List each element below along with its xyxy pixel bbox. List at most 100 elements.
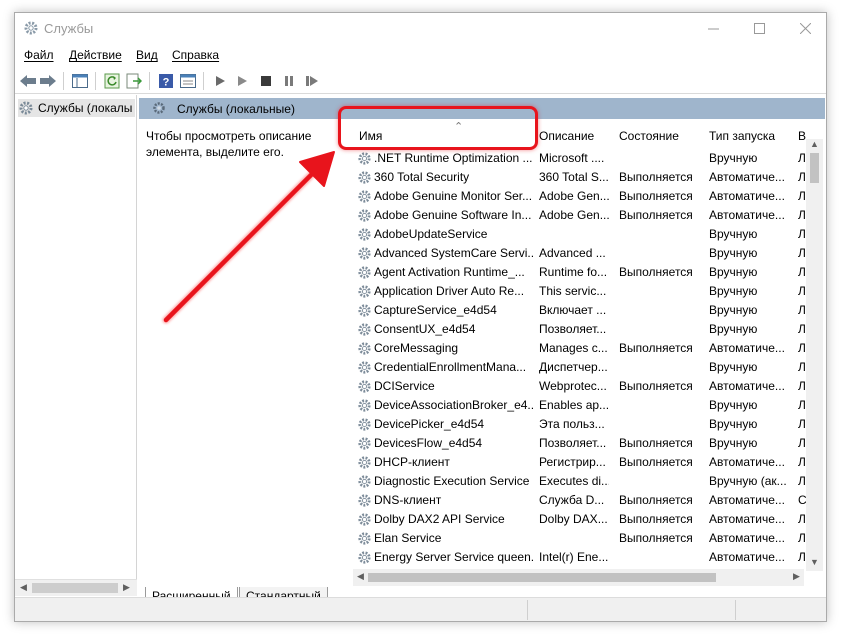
cell-state: Выполняется: [619, 436, 693, 450]
scroll-left-icon[interactable]: ◀: [20, 582, 27, 593]
menu-bar: Файл Действие Вид Справка: [15, 44, 826, 66]
pane-header-title: Службы (локальные): [177, 101, 295, 116]
table-row[interactable]: DCIService Webprotec... Выполняется Автомат…: [353, 377, 813, 396]
refresh-button[interactable]: [103, 72, 121, 90]
scroll-down-icon[interactable]: ▼: [810, 557, 819, 567]
cell-description: 360 Total S...: [539, 170, 609, 184]
details-pane: Службы (локальные) Чтобы просмотреть опи…: [138, 95, 826, 606]
show-console-tree-button[interactable]: [71, 72, 89, 90]
cell-description: Manages c...: [539, 341, 608, 355]
cell-startup: Вручную: [709, 322, 758, 336]
table-row[interactable]: Elan Service Выполняется Автоматиче... Л: [353, 529, 813, 548]
table-row[interactable]: DHCP-клиент Регистрир... Выполняется Автома…: [353, 453, 813, 472]
table-row[interactable]: CaptureService_e4d54 Включает ... Вручную Л: [353, 301, 813, 320]
cell-state: Выполняется: [619, 512, 693, 526]
cell-name: Energy Server Service queen...: [374, 550, 535, 564]
service-gear-icon: [358, 190, 371, 203]
service-gear-icon: [358, 247, 371, 260]
pause-icon: [285, 76, 293, 86]
scroll-left-icon[interactable]: ◀: [357, 571, 364, 582]
start-service-alt-button[interactable]: [233, 72, 251, 90]
cell-name: DeviceAssociationBroker_e4...: [374, 398, 535, 412]
table-row[interactable]: Diagnostic Execution Service Executes di.…: [353, 472, 813, 491]
forward-button[interactable]: [39, 72, 57, 90]
column-header-state[interactable]: Состояние: [619, 129, 679, 143]
restart-icon: [306, 76, 318, 86]
status-bar: [15, 597, 826, 621]
scrollbar-thumb[interactable]: [810, 153, 819, 183]
column-header-logon[interactable]: В: [798, 129, 806, 143]
table-row[interactable]: ConsentUX_e4d54 Позволяет... Вручную Л: [353, 320, 813, 339]
table-row[interactable]: Energy Server Service queen... Intel(r) E…: [353, 548, 813, 567]
scrollbar-thumb[interactable]: [32, 583, 118, 593]
tree-horizontal-scrollbar[interactable]: ◀ ▶: [15, 579, 137, 596]
console-tree-icon: [72, 74, 88, 88]
table-row[interactable]: 360 Total Security 360 Total S... Выполняе…: [353, 168, 813, 187]
menu-help[interactable]: Справка: [172, 48, 219, 62]
pause-service-button[interactable]: [280, 72, 298, 90]
restart-service-button[interactable]: [303, 72, 321, 90]
scrollbar-thumb[interactable]: [368, 573, 716, 582]
cell-description: Служба D...: [539, 493, 605, 507]
properties-icon: [180, 74, 196, 88]
table-row[interactable]: Adobe Genuine Monitor Ser... Adobe Gen...…: [353, 187, 813, 206]
service-gear-icon: [358, 171, 371, 184]
minimize-button[interactable]: [690, 13, 736, 44]
menu-view[interactable]: Вид: [136, 48, 158, 62]
cell-startup: Автоматиче...: [709, 531, 785, 545]
menu-action[interactable]: Действие: [69, 48, 122, 62]
services-window: Службы Файл Действие Вид Справка ? Служб…: [14, 12, 827, 622]
cell-description: Adobe Gen...: [539, 189, 609, 203]
scroll-right-icon[interactable]: ▶: [123, 582, 130, 593]
cell-description: Runtime fo...: [539, 265, 608, 279]
column-header-startup[interactable]: Тип запуска: [709, 129, 775, 143]
cell-state: Выполняется: [619, 265, 693, 279]
export-icon: [126, 73, 142, 89]
table-row[interactable]: CredentialEnrollmentMana... Диспетчер... В…: [353, 358, 813, 377]
scroll-up-icon[interactable]: ▲: [810, 139, 819, 149]
cell-description: Включает ...: [539, 303, 607, 317]
table-row[interactable]: Dolby DAX2 API Service Dolby DAX... Выполн…: [353, 510, 813, 529]
table-row[interactable]: DNS-клиент Служба D... Выполняется Автомати…: [353, 491, 813, 510]
arrow-right-icon: [40, 75, 56, 87]
table-row[interactable]: Adobe Genuine Software In... Adobe Gen...…: [353, 206, 813, 225]
table-row[interactable]: CoreMessaging Manages c... Выполняется Авто…: [353, 339, 813, 358]
list-vertical-scrollbar[interactable]: ▲ ▼: [806, 139, 823, 571]
table-row[interactable]: AdobeUpdateService Вручную Л: [353, 225, 813, 244]
table-row[interactable]: DevicesFlow_e4d54 Позволяет... Выполняется…: [353, 434, 813, 453]
close-button[interactable]: [782, 13, 826, 44]
cell-startup: Автоматиче...: [709, 512, 785, 526]
export-list-button[interactable]: [125, 72, 143, 90]
service-gear-icon: [358, 304, 371, 317]
table-row[interactable]: DevicePicker_e4d54 Эта польз... Вручную Л: [353, 415, 813, 434]
cell-name: AdobeUpdateService: [374, 227, 488, 241]
table-row[interactable]: Agent Activation Runtime_... Runtime fo..…: [353, 263, 813, 282]
table-row[interactable]: Advanced SystemCare Servi... Advanced ...…: [353, 244, 813, 263]
tree-item-services-local[interactable]: Службы (локалы: [18, 99, 135, 117]
maximize-button[interactable]: [736, 13, 782, 44]
service-gear-icon: [358, 323, 371, 336]
list-horizontal-scrollbar[interactable]: ◀ ▶: [353, 569, 804, 586]
console-tree: Службы (локалы: [15, 95, 137, 579]
cell-name: Advanced SystemCare Servi...: [374, 246, 535, 260]
window-title: Службы: [44, 21, 94, 36]
column-header-description[interactable]: Описание: [539, 129, 594, 143]
cell-startup: Вручную: [709, 436, 758, 450]
cell-startup: Автоматиче...: [709, 455, 785, 469]
start-service-button[interactable]: [211, 72, 229, 90]
table-row[interactable]: Application Driver Auto Re... This servic…: [353, 282, 813, 301]
cell-name: 360 Total Security: [374, 170, 470, 184]
table-row[interactable]: .NET Runtime Optimization ... Microsoft .…: [353, 149, 813, 168]
help-button[interactable]: ?: [157, 72, 175, 90]
stop-service-button[interactable]: [257, 72, 275, 90]
menu-file[interactable]: Файл: [24, 48, 54, 62]
back-button[interactable]: [19, 72, 37, 90]
description-panel: Чтобы просмотреть описание элемента, выд…: [146, 128, 346, 160]
cell-description: Диспетчер...: [539, 360, 608, 374]
table-row[interactable]: DeviceAssociationBroker_e4... Enables ap.…: [353, 396, 813, 415]
scroll-right-icon[interactable]: ▶: [793, 571, 800, 582]
cell-name: Agent Activation Runtime_...: [374, 265, 525, 279]
cell-startup: Вручную: [709, 265, 758, 279]
properties-button[interactable]: [179, 72, 197, 90]
service-gear-icon: [358, 418, 371, 431]
